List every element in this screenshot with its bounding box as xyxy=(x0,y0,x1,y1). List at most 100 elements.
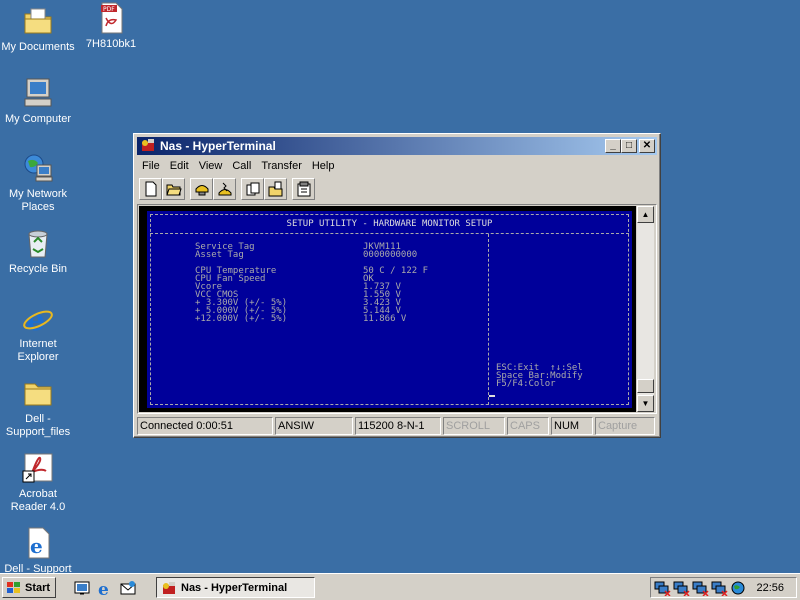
ie-document-icon: e xyxy=(22,527,54,559)
show-desktop-icon xyxy=(74,581,90,595)
folder-icon xyxy=(22,377,54,409)
windows-logo-icon xyxy=(7,581,20,593)
hyperterminal-window[interactable]: Nas - HyperTerminal _ □ ✕ File Edit View… xyxy=(133,133,661,438)
svg-text:e: e xyxy=(30,534,43,558)
send-icon xyxy=(246,182,259,196)
desktop-icon-label: Recycle Bin xyxy=(8,263,68,275)
network-connection-icon[interactable] xyxy=(692,580,709,597)
scroll-up-button[interactable]: ▲ xyxy=(637,206,654,223)
menu-transfer[interactable]: Transfer xyxy=(256,160,307,172)
terminal-screen[interactable]: SETUP UTILITY - HARDWARE MONITOR SETUP S… xyxy=(139,206,636,412)
system-tray: 22:56 xyxy=(650,577,797,598)
desktop-icon-label: 7H810bk1 xyxy=(85,38,137,50)
pdf-file-icon: PDF xyxy=(95,2,127,34)
connect-button[interactable] xyxy=(190,178,213,200)
internet-explorer-icon: e xyxy=(98,580,109,600)
open-icon xyxy=(165,184,182,196)
hyperterminal-app-icon xyxy=(163,581,175,594)
receive-button[interactable] xyxy=(264,178,287,200)
network-connection-icon[interactable] xyxy=(673,580,690,597)
desktop-icon-label: Internet Explorer xyxy=(17,338,59,363)
menu-help[interactable]: Help xyxy=(307,160,340,172)
receive-icon xyxy=(268,181,282,197)
taskbar-hyperterminal-button[interactable]: Nas - HyperTerminal xyxy=(156,577,315,598)
desktop-icon-dell-support-files[interactable]: Dell - Support_files xyxy=(0,377,76,439)
new-icon xyxy=(145,181,156,197)
maximize-button[interactable]: □ xyxy=(621,139,637,153)
new-connection-button[interactable] xyxy=(139,178,162,200)
bios-divider xyxy=(488,234,489,405)
status-num: NUM xyxy=(551,417,593,435)
network-connection-icon[interactable] xyxy=(654,580,671,597)
value-12v-rail: 11.866 V xyxy=(363,314,407,324)
desktop-icon-acrobat-reader[interactable]: Acrobat Reader 4.0 xyxy=(0,452,76,514)
start-button[interactable]: Start xyxy=(2,577,56,598)
setup-header: SETUP UTILITY - HARDWARE MONITOR SETUP xyxy=(150,214,629,234)
status-bar: Connected 0:00:51 ANSIW 115200 8-N-1 SCR… xyxy=(137,417,657,435)
minimize-button[interactable]: _ xyxy=(605,139,621,153)
disconnect-icon xyxy=(218,182,231,196)
open-button[interactable] xyxy=(162,178,185,200)
desktop-icon-label: Dell - Support_files xyxy=(5,413,71,438)
status-port-settings: 115200 8-N-1 xyxy=(355,417,441,435)
status-capture: Capture xyxy=(595,417,655,435)
menu-view[interactable]: View xyxy=(194,160,228,172)
window-title: Nas - HyperTerminal xyxy=(160,139,276,153)
scroll-thumb[interactable] xyxy=(637,379,654,393)
taskbar: Start e Nas - HyperTerminal 22:56 xyxy=(0,573,800,600)
scroll-down-button[interactable]: ▼ xyxy=(637,395,654,412)
internet-explorer-icon: e xyxy=(22,302,54,338)
toolbar xyxy=(137,177,657,201)
hyperterminal-app-icon xyxy=(140,138,156,155)
show-desktop-button[interactable] xyxy=(73,579,91,597)
menu-bar: File Edit View Call Transfer Help xyxy=(137,156,657,175)
recycle-bin-icon xyxy=(22,227,54,259)
menu-file[interactable]: File xyxy=(137,160,165,172)
close-button[interactable]: ✕ xyxy=(639,139,655,153)
properties-icon xyxy=(297,181,310,197)
svg-text:PDF: PDF xyxy=(103,6,115,13)
taskbar-task-label: Nas - HyperTerminal xyxy=(181,581,288,594)
quicklaunch-internet-explorer[interactable]: e xyxy=(96,579,114,600)
menu-edit[interactable]: Edit xyxy=(165,160,194,172)
desktop-icon-label: Acrobat Reader 4.0 xyxy=(10,488,66,513)
help-color: F5/F4:Color xyxy=(496,379,556,389)
connect-icon xyxy=(195,185,208,196)
quicklaunch-outlook[interactable] xyxy=(119,579,137,597)
vertical-scrollbar[interactable]: ▲ ▼ xyxy=(637,206,654,412)
setup-utility-screen: SETUP UTILITY - HARDWARE MONITOR SETUP S… xyxy=(147,211,632,408)
desktop-icon-label: My Documents xyxy=(1,41,75,53)
desktop-icon-internet-explorer[interactable]: e Internet Explorer xyxy=(0,302,76,364)
desktop-icon-pdf[interactable]: PDF 7H810bk1 xyxy=(73,2,149,51)
desktop-icon-network[interactable]: My Network Places xyxy=(0,152,76,214)
clock[interactable]: 22:56 xyxy=(756,582,784,594)
desktop-icon-recycle-bin[interactable]: Recycle Bin xyxy=(0,227,76,276)
properties-button[interactable] xyxy=(292,178,315,200)
outlook-express-icon xyxy=(120,581,136,595)
terminal-frame: SETUP UTILITY - HARDWARE MONITOR SETUP S… xyxy=(137,204,657,414)
acrobat-shortcut-icon xyxy=(22,452,54,484)
network-places-icon xyxy=(22,152,54,184)
status-caps: CAPS xyxy=(507,417,549,435)
window-titlebar[interactable]: Nas - HyperTerminal _ □ ✕ xyxy=(137,137,657,155)
status-connected: Connected 0:00:51 xyxy=(137,417,273,435)
desktop-icon-label: My Computer xyxy=(4,113,72,125)
folder-documents-icon xyxy=(22,5,54,37)
network-connection-icon[interactable] xyxy=(711,580,728,597)
svg-text:e: e xyxy=(98,580,109,597)
label-asset-tag: Asset Tag xyxy=(195,250,244,260)
label-12v-rail: +12.000V (+/- 5%) xyxy=(195,314,288,324)
text-cursor xyxy=(489,395,495,397)
disconnect-button[interactable] xyxy=(213,178,236,200)
send-button[interactable] xyxy=(241,178,264,200)
start-label: Start xyxy=(25,581,51,594)
desktop-icon-label: My Network Places xyxy=(8,188,68,213)
computer-icon xyxy=(22,77,54,109)
network-globe-icon[interactable] xyxy=(730,580,747,596)
desktop-icon-my-computer[interactable]: My Computer xyxy=(0,77,76,126)
menu-call[interactable]: Call xyxy=(227,160,256,172)
desktop-icon-dell-support[interactable]: e Dell - Support xyxy=(0,527,76,576)
desktop-icon-my-documents[interactable]: My Documents xyxy=(0,5,76,54)
status-scroll: SCROLL xyxy=(443,417,505,435)
value-asset-tag: 0000000000 xyxy=(363,250,418,260)
